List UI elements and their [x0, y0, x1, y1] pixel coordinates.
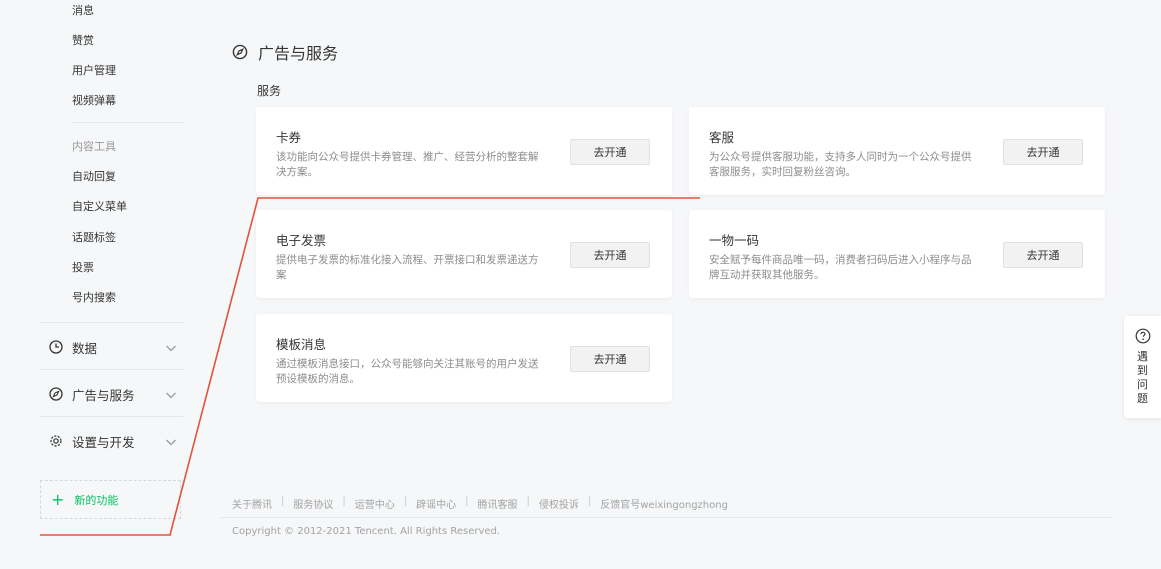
chevron-down-icon: [164, 387, 178, 401]
sidebar-item-custom-menu[interactable]: 自定义菜单: [72, 198, 127, 214]
sidebar-item-video-danmaku[interactable]: 视频弹幕: [72, 92, 116, 108]
card-title: 模板消息: [276, 337, 327, 352]
open-e-invoice-button[interactable]: 去开通: [570, 242, 650, 268]
card-title: 客服: [709, 130, 735, 145]
card-description: 安全赋予每件商品唯一码，消费者扫码后进入小程序与品牌互动并获取其他服务。: [709, 254, 972, 281]
card-title: 电子发票: [276, 233, 327, 248]
page-title: 广告与服务: [258, 44, 339, 63]
footer-separator: |: [403, 496, 408, 507]
gear-icon: [48, 433, 64, 449]
sidebar-item-rewards[interactable]: 赞赏: [72, 32, 94, 48]
footer-link-rumor-center[interactable]: 辟谣中心: [416, 496, 456, 511]
new-features-label: 新的功能: [74, 493, 119, 507]
sidebar-divider: [40, 322, 183, 323]
footer-separator: |: [526, 496, 530, 507]
page-header: 广告与服务: [232, 40, 338, 64]
card-title: 卡券: [276, 130, 302, 145]
help-float-button[interactable]: 遇到问题: [1124, 316, 1161, 418]
sidebar-item-messages[interactable]: 消息: [72, 2, 94, 18]
card-description: 该功能向公众号提供卡券管理、推广、经营分析的整套解决方案。: [276, 151, 539, 178]
chevron-down-icon: [164, 434, 178, 448]
service-card-one-code: 一物一码 安全赋予每件商品唯一码，消费者扫码后进入小程序与品牌互动并获取其他服务…: [689, 210, 1105, 298]
open-template-message-button[interactable]: 去开通: [570, 346, 650, 372]
sidebar-item-vote[interactable]: 投票: [72, 259, 94, 275]
card-description: 提供电子发票的标准化接入流程、开票接口和发票递送方案: [276, 254, 539, 281]
card-title: 一物一码: [709, 233, 760, 248]
new-features-button[interactable]: + 新的功能: [40, 480, 181, 519]
sidebar-group-label: 数据: [72, 340, 98, 356]
footer-link-feedback-account[interactable]: 反馈官号weixingongzhong: [600, 496, 728, 511]
footer-separator: |: [587, 496, 592, 507]
footer-link-about[interactable]: 关于腾讯: [232, 496, 272, 511]
service-card-coupons: 卡券 该功能向公众号提供卡券管理、推广、经营分析的整套解决方案。 去开通: [256, 107, 672, 195]
footer-divider: [220, 517, 1112, 518]
service-card-e-invoice: 电子发票 提供电子发票的标准化接入流程、开票接口和发票递送方案 去开通: [256, 210, 672, 298]
sidebar-group-data[interactable]: 数据: [48, 337, 178, 357]
sidebar-section-content-tools: 内容工具: [72, 140, 116, 153]
sidebar-divider: [72, 122, 183, 123]
sidebar-item-topic-tags[interactable]: 话题标签: [72, 229, 116, 245]
sidebar-item-users[interactable]: 用户管理: [72, 62, 116, 78]
help-label: 遇到问题: [1137, 350, 1148, 405]
footer-separator: |: [465, 496, 469, 507]
copyright: Copyright © 2012-2021 Tencent. All Right…: [232, 526, 501, 537]
card-description: 为公众号提供客服功能，支持多人同时为一个公众号提供客服服务，实时回复粉丝咨询。: [709, 151, 972, 178]
footer-link-infringement[interactable]: 侵权投诉: [539, 496, 579, 511]
sidebar-item-auto-reply[interactable]: 自动回复: [72, 168, 116, 184]
footer-link-operations-center[interactable]: 运营中心: [355, 496, 395, 511]
footer-link-service-agreement[interactable]: 服务协议: [293, 496, 333, 511]
footer-link-tencent-support[interactable]: 腾讯客服: [478, 496, 518, 511]
section-title-services: 服务: [257, 84, 282, 98]
service-card-customer-service: 客服 为公众号提供客服功能，支持多人同时为一个公众号提供客服服务，实时回复粉丝咨…: [689, 107, 1105, 195]
footer-separator: |: [281, 496, 285, 507]
question-icon: [1135, 328, 1151, 344]
footer-separator: |: [342, 496, 346, 507]
open-coupons-button[interactable]: 去开通: [570, 139, 650, 165]
sidebar-group-settings-dev[interactable]: 设置与开发: [48, 431, 178, 451]
sidebar-item-in-account-search[interactable]: 号内搜索: [72, 289, 116, 305]
service-card-template-message: 模板消息 通过模板消息接口，公众号能够向关注其账号的用户发送预设模板的消息。 去…: [256, 314, 672, 402]
sidebar-group-label: 设置与开发: [72, 434, 135, 450]
clock-icon: [48, 339, 64, 355]
sidebar-divider: [40, 416, 183, 417]
sidebar: 消息 赞赏 用户管理 视频弹幕 内容工具 自动回复 自定义菜单 话题标签 投票 …: [0, 0, 200, 569]
compass-icon: [232, 44, 248, 60]
sidebar-group-ads-services[interactable]: 广告与服务: [48, 384, 178, 404]
sidebar-divider: [40, 369, 183, 370]
plus-icon: +: [51, 489, 65, 509]
card-description: 通过模板消息接口，公众号能够向关注其账号的用户发送预设模板的消息。: [276, 358, 539, 385]
open-customer-service-button[interactable]: 去开通: [1003, 139, 1083, 165]
chevron-down-icon: [164, 340, 178, 354]
sidebar-group-label: 广告与服务: [72, 387, 135, 403]
compass-icon: [48, 386, 64, 402]
footer-links: 关于腾讯 | 服务协议 | 运营中心 | 辟谣中心 | 腾讯客服 | 侵权投诉 …: [232, 496, 728, 511]
open-one-code-button[interactable]: 去开通: [1003, 242, 1083, 268]
